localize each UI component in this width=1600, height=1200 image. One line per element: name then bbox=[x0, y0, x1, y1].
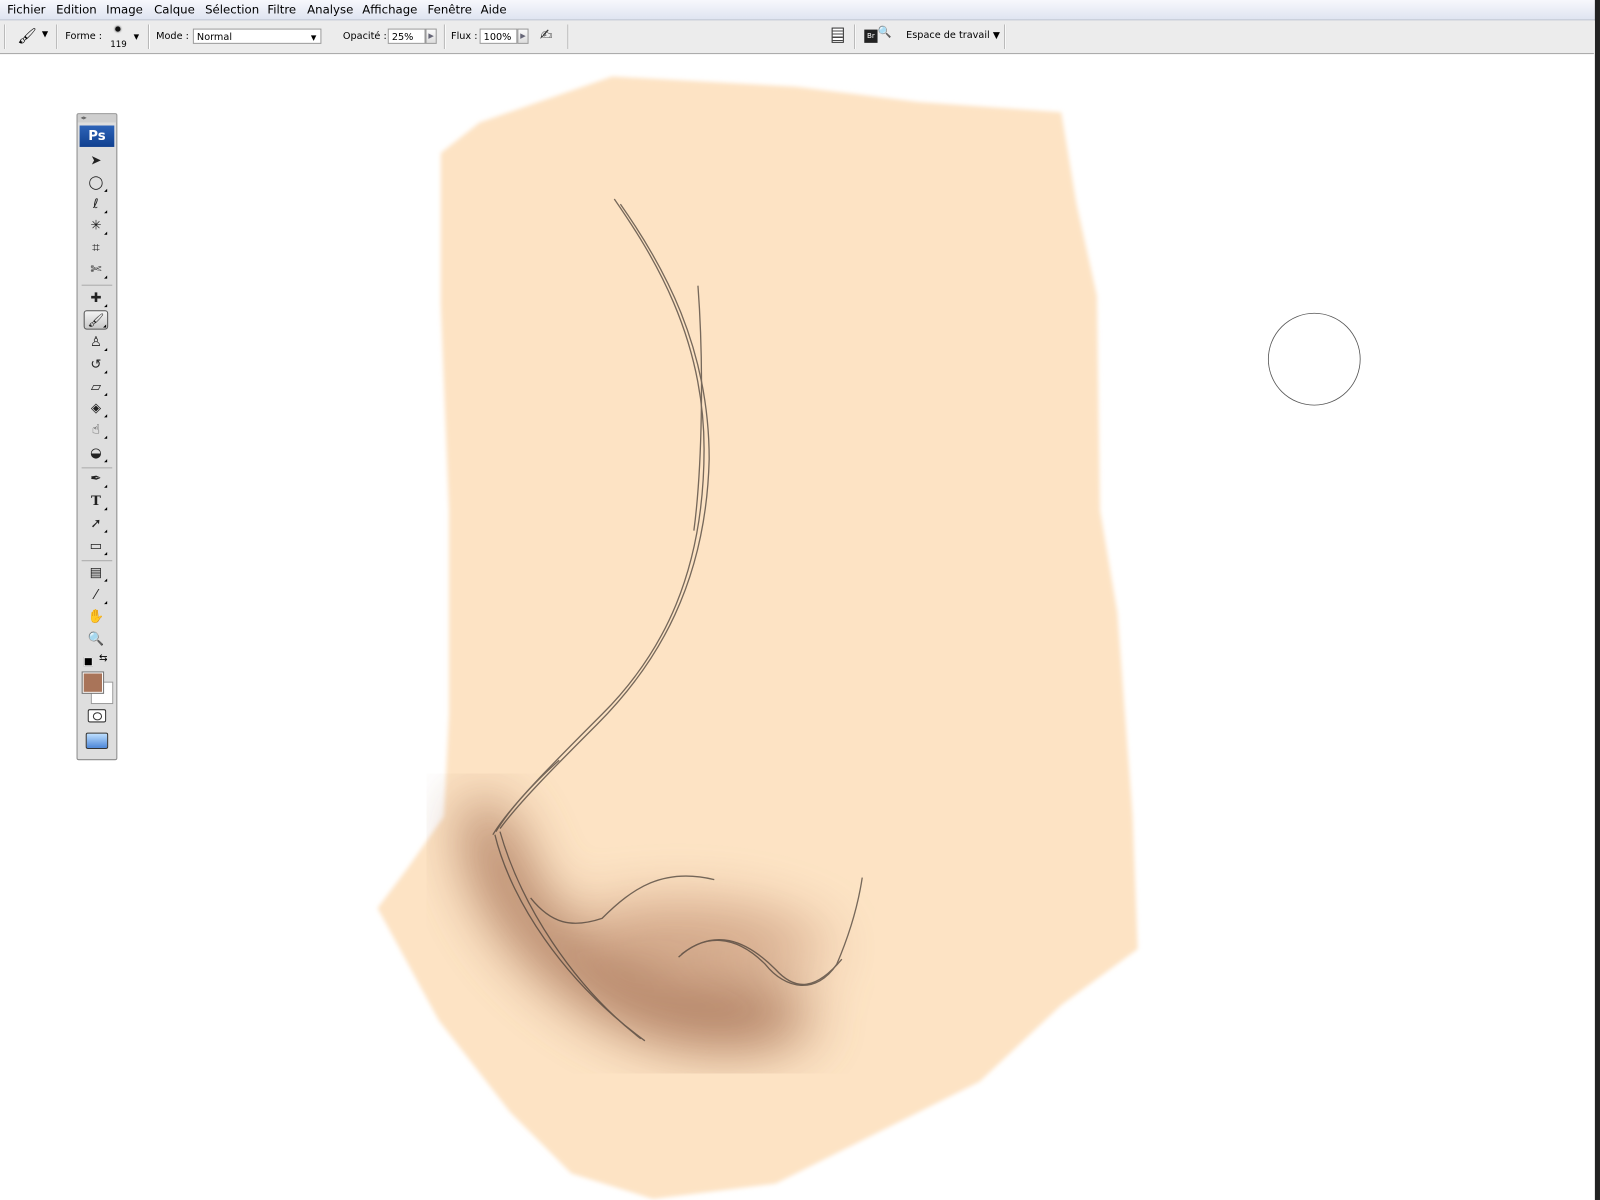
divider bbox=[854, 24, 857, 49]
divider bbox=[81, 560, 113, 562]
airbrush-icon[interactable]: ✍ bbox=[540, 26, 553, 44]
opacity-input[interactable]: 25% bbox=[387, 28, 426, 44]
divider bbox=[443, 24, 446, 49]
toolbox-grip[interactable]: ◂▸ bbox=[77, 114, 117, 123]
notes-tool[interactable]: ▤ bbox=[84, 563, 108, 582]
menu-selection[interactable]: Sélection bbox=[205, 2, 259, 16]
brush-tool[interactable]: 🖌 bbox=[83, 310, 109, 330]
divider bbox=[4, 24, 7, 49]
default-colors-icon[interactable] bbox=[83, 657, 93, 667]
options-bar: 🖌 ▼ Forme : 119 ▼ Mode : Normal ▼ Opacit… bbox=[0, 20, 1594, 55]
palette-well-icon[interactable] bbox=[831, 27, 844, 43]
type-tool[interactable]: T bbox=[84, 492, 108, 511]
menu-affichage[interactable]: Affichage bbox=[362, 2, 417, 16]
divider bbox=[147, 24, 150, 49]
paint-bucket-tool[interactable]: ◈ bbox=[84, 399, 108, 418]
history-brush-tool[interactable]: ↺ bbox=[84, 355, 108, 374]
menu-image[interactable]: Image bbox=[106, 2, 143, 16]
shape-label: Forme : bbox=[65, 30, 103, 42]
brush-tip-icon[interactable] bbox=[115, 26, 121, 32]
zoom-tool[interactable]: 🔍 bbox=[84, 630, 108, 649]
menu-analyse[interactable]: Analyse bbox=[307, 2, 353, 16]
rectangle-tool[interactable]: ▭ bbox=[84, 537, 108, 556]
search-icon: 🔍 bbox=[877, 25, 892, 39]
workspace-label: Espace de travail bbox=[906, 29, 990, 41]
ps-logo[interactable]: Ps bbox=[79, 125, 115, 147]
eraser-tool[interactable]: ▱ bbox=[84, 378, 108, 397]
chevron-down-icon[interactable]: ▼ bbox=[42, 30, 48, 39]
foreground-color-swatch[interactable] bbox=[81, 671, 105, 694]
opacity-label: Opacité : bbox=[342, 30, 387, 42]
slice-tool[interactable]: ✄ bbox=[84, 260, 108, 279]
clone-stamp-tool[interactable]: ♙ bbox=[84, 333, 108, 352]
opacity-slider-button[interactable]: ▶ bbox=[425, 28, 437, 44]
chevron-down-icon: ▼ bbox=[310, 33, 317, 42]
crop-tool[interactable]: ⌗ bbox=[84, 239, 108, 258]
mode-label: Mode : bbox=[156, 30, 189, 42]
toolbox: ◂▸ Ps ➤ ◯ ℓ ✳ ⌗ ✄ ✚ 🖌 ♙ ↺ ▱ ◈ ☝ ◒ ✒ T ➚ … bbox=[76, 113, 118, 761]
quick-mask-button[interactable] bbox=[87, 709, 107, 723]
blur-tool[interactable]: ☝ bbox=[84, 420, 108, 439]
menu-fichier[interactable]: Fichier bbox=[7, 2, 45, 16]
menu-calque[interactable]: Calque bbox=[154, 2, 195, 16]
menu-aide[interactable]: Aide bbox=[481, 2, 507, 16]
menu-edition[interactable]: Edition bbox=[56, 2, 97, 16]
flow-value: 100% bbox=[483, 31, 512, 43]
chevron-down-icon: ▼ bbox=[992, 30, 1000, 41]
opacity-value: 25% bbox=[391, 31, 414, 43]
eyedropper-tool[interactable]: ⁄ bbox=[84, 586, 108, 605]
brush-size: 119 bbox=[110, 39, 127, 50]
screen-mode-button[interactable] bbox=[85, 732, 109, 749]
flow-slider-button[interactable]: ▶ bbox=[517, 28, 529, 44]
menu-filtre[interactable]: Filtre bbox=[267, 2, 296, 16]
swap-colors-icon[interactable]: ⇆ bbox=[99, 653, 108, 664]
brush-cursor bbox=[1267, 312, 1361, 406]
move-tool[interactable]: ➤ bbox=[84, 151, 108, 170]
flow-input[interactable]: 100% bbox=[479, 28, 518, 44]
path-selection-tool[interactable]: ➚ bbox=[84, 514, 108, 533]
pen-tool[interactable]: ✒ bbox=[84, 469, 108, 488]
document-canvas[interactable] bbox=[0, 54, 1594, 1200]
workspace-menu[interactable]: Espace de travail ▼ bbox=[906, 30, 1000, 41]
divider bbox=[81, 467, 113, 469]
elliptical-marquee-tool[interactable]: ◯ bbox=[84, 173, 108, 192]
hand-tool[interactable]: ✋ bbox=[84, 607, 108, 626]
divider bbox=[1004, 24, 1007, 49]
mode-select[interactable]: Normal ▼ bbox=[192, 28, 322, 44]
menu-bar: Fichier Edition Image Calque Sélection F… bbox=[0, 0, 1600, 21]
flow-label: Flux : bbox=[451, 30, 478, 42]
dodge-tool[interactable]: ◒ bbox=[84, 444, 108, 463]
chevron-down-icon[interactable]: ▼ bbox=[134, 33, 140, 41]
window-edge bbox=[1594, 0, 1600, 1200]
divider bbox=[567, 24, 570, 49]
brush-preset-icon[interactable]: 🖌 bbox=[17, 27, 36, 45]
magic-wand-tool[interactable]: ✳ bbox=[84, 216, 108, 235]
divider bbox=[81, 284, 113, 286]
menu-fenetre[interactable]: Fenêtre bbox=[428, 2, 472, 16]
divider bbox=[56, 24, 59, 49]
mode-value: Normal bbox=[196, 31, 233, 43]
bridge-icon[interactable]: Br bbox=[864, 29, 878, 43]
lasso-tool[interactable]: ℓ bbox=[84, 195, 108, 214]
healing-brush-tool[interactable]: ✚ bbox=[84, 289, 108, 308]
